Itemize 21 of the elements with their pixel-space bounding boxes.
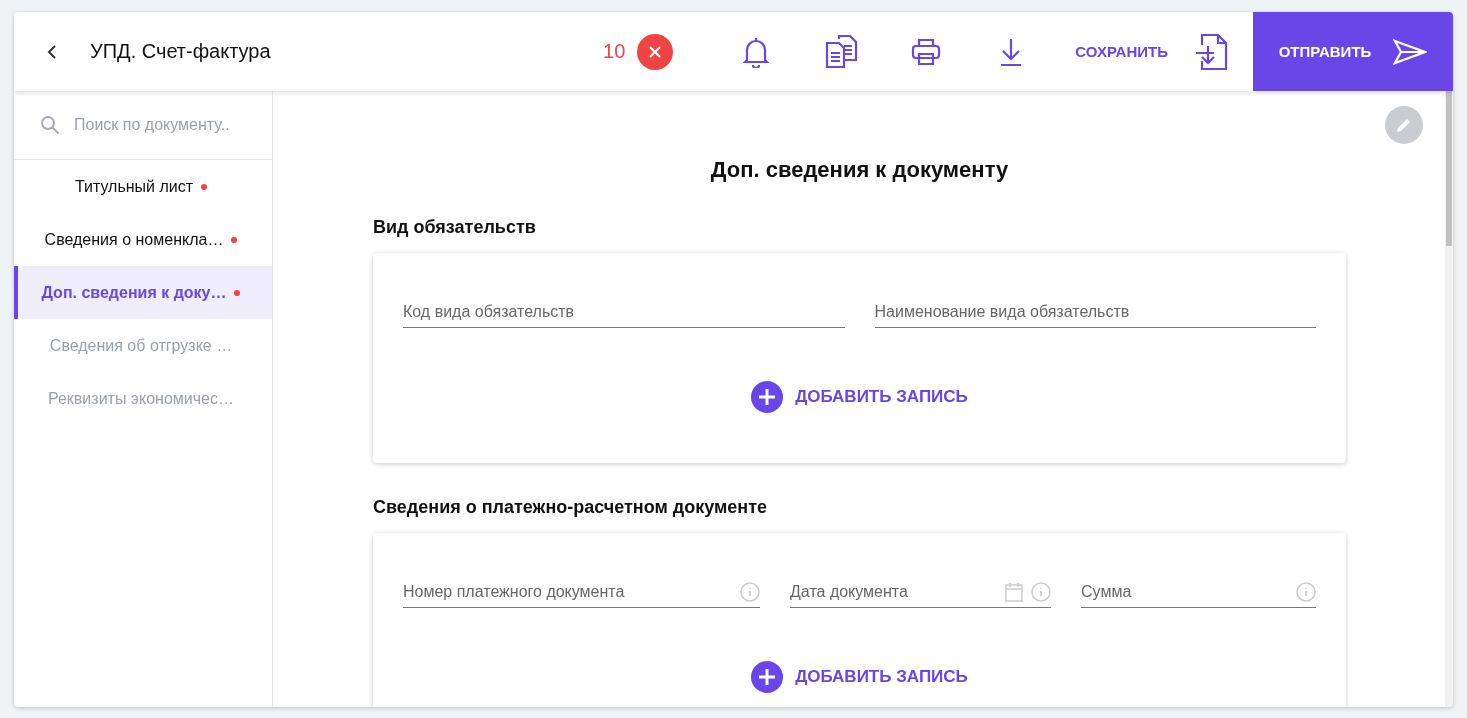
- plus-icon: [751, 381, 784, 413]
- sidebar-item[interactable]: Доп. сведения к доку…: [14, 266, 272, 319]
- page-title: Доп. сведения к документу: [709, 157, 1010, 183]
- chevron-left-icon: [46, 43, 58, 60]
- section-title: Сведения о платежно-расчетном документе: [373, 497, 768, 518]
- errors-button[interactable]: [637, 33, 674, 70]
- pencil-icon: [1395, 116, 1413, 134]
- document-title: УПД. Счет-фактура: [90, 40, 272, 63]
- search-icon: [40, 115, 60, 135]
- error-count: 10: [603, 40, 626, 63]
- send-button[interactable]: ОТПРАВИТЬ: [1253, 12, 1453, 91]
- plus-icon: [751, 661, 784, 693]
- sidebar-item[interactable]: Титульный лист: [14, 160, 272, 213]
- save-button[interactable]: СОХРАНИТЬ: [1075, 43, 1168, 60]
- close-icon: [649, 45, 662, 58]
- add-record-button[interactable]: ДОБАВИТЬ ЗАПИСЬ: [751, 381, 968, 413]
- section-title: Вид обязательств: [373, 217, 537, 238]
- scrollbar[interactable]: [1445, 91, 1453, 707]
- send-icon: [1393, 38, 1428, 65]
- sidebar-item[interactable]: Сведения о номенкла…: [14, 213, 272, 266]
- add-record-button[interactable]: ДОБАВИТЬ ЗАПИСЬ: [751, 661, 968, 693]
